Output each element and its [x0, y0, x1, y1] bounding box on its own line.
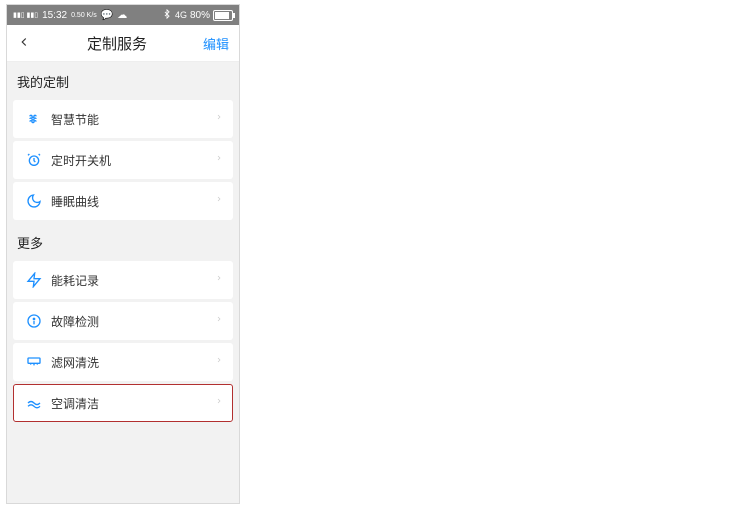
- item-label: 空调清洁: [51, 395, 215, 412]
- item-smart-energy[interactable]: 智慧节能: [13, 100, 233, 138]
- item-ac-clean[interactable]: 空调清洁: [13, 384, 233, 422]
- item-label: 能耗记录: [51, 272, 215, 289]
- cloud-icon: ☁: [117, 10, 127, 21]
- chevron-right-icon: [215, 151, 223, 169]
- section-header-more: 更多: [7, 223, 239, 258]
- energy-icon: [23, 111, 45, 127]
- chevron-right-icon: [215, 394, 223, 412]
- item-label: 睡眠曲线: [51, 193, 215, 210]
- chevron-right-icon: [215, 271, 223, 289]
- bluetooth-icon: [162, 9, 172, 22]
- item-label: 定时开关机: [51, 152, 215, 169]
- item-label: 滤网清洗: [51, 354, 215, 371]
- item-filter-clean[interactable]: 滤网清洗: [13, 343, 233, 381]
- signal-icon: ▮▮▯ ▮▮▯: [13, 12, 38, 19]
- battery-icon: [213, 10, 233, 21]
- back-button[interactable]: [17, 33, 31, 54]
- filter-icon: [23, 354, 45, 370]
- timer-icon: [23, 152, 45, 168]
- item-fault-detect[interactable]: 故障检测: [13, 302, 233, 340]
- battery-pct: 80%: [190, 10, 210, 21]
- chevron-right-icon: [215, 192, 223, 210]
- chat-icon: 💬: [101, 10, 113, 21]
- sleep-icon: [23, 193, 45, 209]
- page-title: 定制服务: [87, 33, 147, 54]
- status-time: 15:32: [42, 10, 67, 21]
- status-bar: ▮▮▯ ▮▮▯ 15:32 0.50 K/s 💬 ☁ 4G 80%: [7, 5, 239, 25]
- item-sleep-curve[interactable]: 睡眠曲线: [13, 182, 233, 220]
- section-header-my: 我的定制: [7, 62, 239, 97]
- clean-icon: [23, 395, 45, 411]
- net-icon: 4G: [175, 10, 187, 20]
- bolt-icon: [23, 272, 45, 288]
- item-timer[interactable]: 定时开关机: [13, 141, 233, 179]
- chevron-right-icon: [215, 312, 223, 330]
- edit-button[interactable]: 编辑: [203, 34, 229, 53]
- nav-bar: 定制服务 编辑: [7, 25, 239, 62]
- item-energy-log[interactable]: 能耗记录: [13, 261, 233, 299]
- diag-icon: [23, 313, 45, 329]
- item-label: 故障检测: [51, 313, 215, 330]
- phone-frame: ▮▮▯ ▮▮▯ 15:32 0.50 K/s 💬 ☁ 4G 80% 定制服务 编…: [6, 4, 240, 504]
- item-label: 智慧节能: [51, 111, 215, 128]
- net-speed: 0.50 K/s: [71, 12, 97, 19]
- chevron-right-icon: [215, 353, 223, 371]
- chevron-right-icon: [215, 110, 223, 128]
